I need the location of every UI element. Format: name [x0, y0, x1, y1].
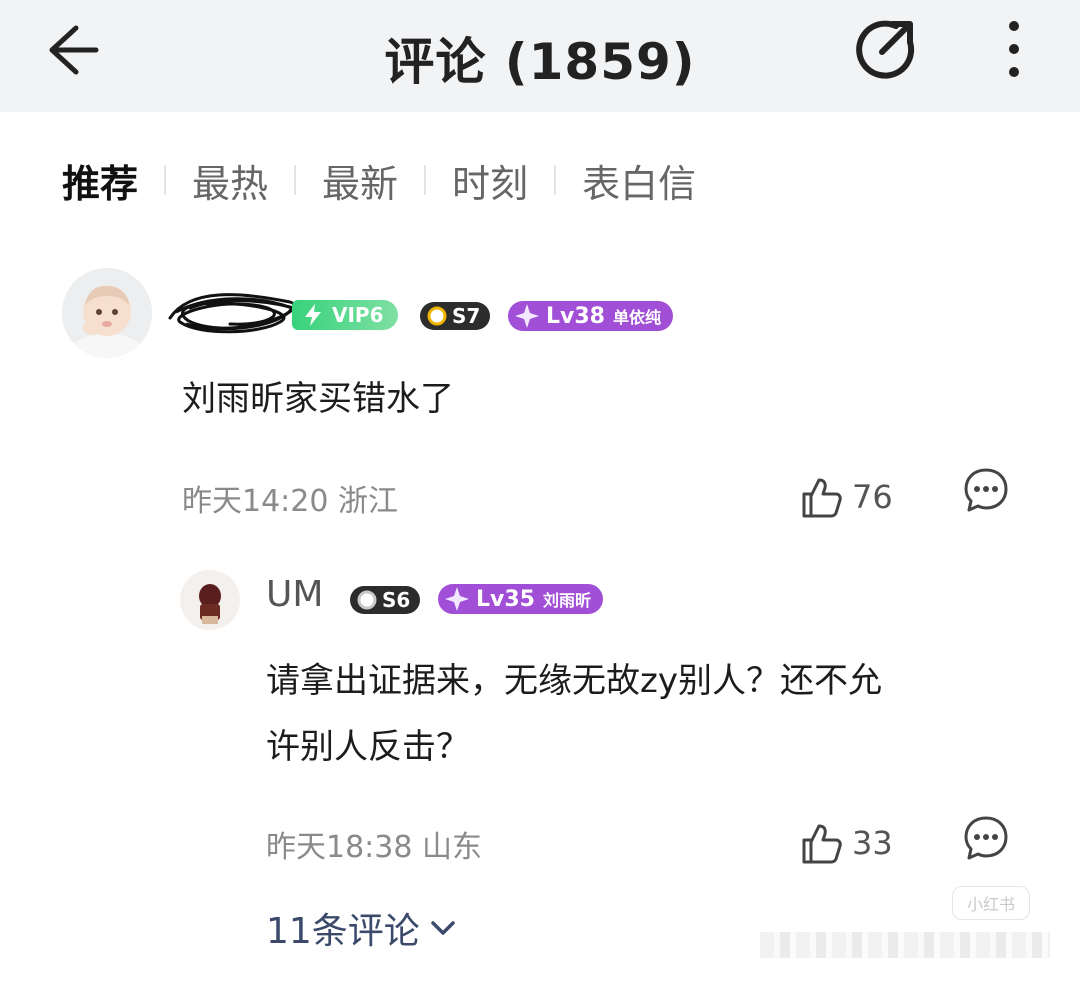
page-title: 评论 (1859) — [384, 33, 696, 91]
level-label: Lv38 — [546, 303, 605, 329]
sparkle-icon — [515, 304, 539, 328]
season-badge: S7 — [420, 302, 491, 330]
expand-replies-label: 11条评论 — [266, 911, 420, 952]
tab-divider — [294, 165, 297, 195]
share-icon[interactable] — [852, 16, 918, 82]
tab-hottest[interactable]: 最热 — [192, 153, 268, 208]
season-badge-label: S7 — [452, 304, 481, 328]
thumbs-up-icon — [802, 478, 842, 518]
tab-divider — [554, 165, 557, 195]
tab-love-letter[interactable]: 表白信 — [582, 153, 696, 208]
tab-divider — [424, 165, 427, 195]
level-badge: Lv35 刘雨昕 — [438, 584, 603, 614]
tab-newest[interactable]: 最新 — [322, 153, 398, 208]
comment-text: 刘雨昕家买错水了 — [182, 379, 454, 419]
like-count: 33 — [852, 824, 893, 862]
season-badge-label: S6 — [382, 588, 411, 612]
season-ring-icon — [427, 306, 447, 326]
baby-avatar-image — [62, 268, 152, 358]
avatar[interactable] — [62, 268, 152, 358]
like-button[interactable]: 76 — [798, 474, 893, 520]
level-fan-name: 单依纯 — [612, 308, 661, 327]
level-fan-name: 刘雨昕 — [542, 591, 591, 610]
top-bar: 评论 (1859) — [0, 0, 1080, 112]
like-button[interactable]: 33 — [798, 820, 893, 866]
tab-moments[interactable]: 时刻 — [452, 153, 528, 208]
tab-recommend[interactable]: 推荐 — [62, 153, 138, 208]
vip-badge: VIP6 — [292, 300, 398, 330]
blurred-watermark-strip — [760, 932, 1050, 958]
comment-sort-tabs: 推荐 最热 最新 时刻 表白信 — [62, 150, 696, 210]
more-vertical-icon[interactable] — [994, 16, 1034, 82]
comment-bubble-icon[interactable] — [962, 814, 1010, 862]
expand-replies-link[interactable]: 11条评论 — [266, 902, 460, 954]
reply-avatar-image — [180, 570, 240, 630]
reply-time-location: 昨天18:38 山东 — [266, 830, 482, 865]
level-label: Lv35 — [476, 586, 535, 612]
reply-text-line-2: 许别人反击？ — [266, 727, 470, 767]
comment-bubble-icon[interactable] — [962, 466, 1010, 514]
chevron-down-icon — [431, 921, 455, 935]
reply-avatar[interactable] — [180, 570, 240, 630]
reply-username[interactable]: UM — [266, 574, 323, 615]
like-count: 76 — [852, 478, 893, 516]
reply-text-line-1: 请拿出证据来，无缘无故zy别人？还不允 — [266, 661, 882, 701]
season-ring-icon — [357, 590, 377, 610]
redacted-username-scribble — [168, 293, 302, 334]
lightning-icon — [305, 304, 321, 326]
season-badge: S6 — [350, 586, 421, 614]
vip-badge-label: VIP6 — [332, 303, 384, 327]
level-badge: Lv38 单依纯 — [508, 301, 673, 331]
sparkle-icon — [445, 587, 469, 611]
comment-time-location: 昨天14:20 浙江 — [182, 484, 398, 519]
tab-divider — [164, 165, 167, 195]
watermark: 小红书 — [952, 886, 1030, 920]
thumbs-up-icon — [802, 824, 842, 864]
